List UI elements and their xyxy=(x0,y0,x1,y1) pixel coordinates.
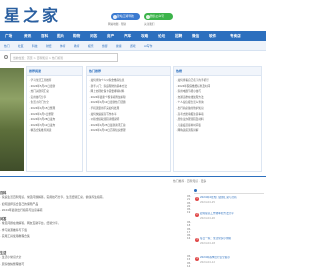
list-item[interactable]: · 实用工具使用教程合集 xyxy=(0,234,190,239)
subnav-item[interactable]: 体育 xyxy=(60,41,66,51)
nav-item[interactable]: 攻略 xyxy=(141,31,148,41)
site-logo[interactable]: 星之家 xyxy=(4,8,61,24)
more-link[interactable]: 热门推荐 · 百科知识 · 更多 xyxy=(173,177,206,186)
list-row: · 2024年最新出行指南与注意事项 05-19 xyxy=(0,208,192,214)
subnav-item[interactable]: 热门 xyxy=(4,41,10,51)
wechat-label: 微信公众号 xyxy=(150,14,164,18)
panel-recommended: 推荐阅读 · 学习生活工具推荐 · 2024年5月21日更新 · 热门关键词汇总… xyxy=(26,66,83,172)
panel-title: 热榜 xyxy=(174,67,261,76)
sidebar-header xyxy=(194,188,264,194)
list-row: · 实用工具使用教程合集 05-16 xyxy=(0,234,192,240)
bullet-icon xyxy=(194,189,197,192)
help-link[interactable]: 网站地图 · 帮助 xyxy=(108,22,126,26)
sidebar-item[interactable]: 每日一练：生活常识小测验 2024-04-18 xyxy=(200,237,264,246)
nav-item[interactable]: 图片 xyxy=(57,31,64,41)
tag-row: 热门推荐 · 百科知识 · 更多 xyxy=(0,176,266,185)
rank-badge: 3 xyxy=(195,238,199,242)
wechat-button[interactable]: 微信公众号 xyxy=(144,13,173,20)
nav-item[interactable]: 广场 xyxy=(5,31,12,41)
rank-badge: 2 xyxy=(195,213,199,217)
sidebar-item-date: 2024-04-25 xyxy=(200,200,216,204)
breadcrumb: 当前位置：首页 > 百科知识 > 热门标签 xyxy=(10,53,118,62)
subnav-item[interactable]: 旅游 xyxy=(102,41,108,51)
list-row: · 学习资源推荐与下载 05-17 xyxy=(0,228,191,234)
panel-trending: 热榜 · 如何查看自己名下的手机号 · 2024年医保缴费标准及时间 · 家用电… xyxy=(173,66,262,172)
nav-item[interactable]: 问答 xyxy=(90,31,97,41)
list-item[interactable]: · 网购退货流程详解 xyxy=(176,128,259,134)
sidebar-item-date: 2024-04-20 xyxy=(200,216,216,220)
item-date: 05-18 xyxy=(187,221,192,227)
sidebar-item[interactable]: 2024年4月热门话题汇总与分析 2024-04-25 xyxy=(200,196,264,205)
list-item[interactable]: · 家庭生活百科知识，常见问题解答，实用技巧分享，生活经验汇总，健康养生指南。 xyxy=(0,195,190,200)
nav-item[interactable]: 软件 xyxy=(209,31,216,41)
item-date: 05-21 xyxy=(187,195,192,201)
panel-hot: 热门推荐 · 如何查询个人公积金缴存信息 · 新手入门：家庭理财的基本方法 · … xyxy=(86,66,171,172)
subnav-item[interactable]: 教育 xyxy=(74,41,80,51)
subnav-item[interactable]: 游戏 xyxy=(130,41,136,51)
nav-item[interactable]: 专卖店 xyxy=(230,31,241,41)
item-date: 05-19 xyxy=(187,208,192,214)
list-item[interactable]: · 2024年4月19日百科知识整理 xyxy=(89,128,168,134)
sidebar-item-date: 2024-04-18 xyxy=(200,241,216,245)
follow-link[interactable]: 关注我们 xyxy=(144,22,154,26)
globe-icon xyxy=(112,14,117,19)
main-nav: 广场 资讯 百科 图片 购物 问答 房产 汽车 攻略 论坛 招聘 微信 软件 专… xyxy=(0,31,266,41)
list-row: · 如何选择适合自己的保险产品 05-20 xyxy=(0,202,191,208)
item-date: 05-14 xyxy=(187,262,192,268)
sidebar-item[interactable]: 如何提高工作效率的方法分享 2024-04-20 xyxy=(200,212,264,221)
nav-item[interactable]: 论坛 xyxy=(158,31,165,41)
nav-directory-label: 建站江湖导航 xyxy=(117,14,134,18)
list-item[interactable]: · 2024年最新出行指南与注意事项 xyxy=(0,208,190,213)
featured-image[interactable] xyxy=(0,68,24,171)
subnav-item[interactable]: 健康 xyxy=(116,41,122,51)
nav-item[interactable]: 购物 xyxy=(73,31,80,41)
sidebar-item-date: 2024-04-12 xyxy=(200,260,216,264)
subnav-item[interactable]: AI写作 xyxy=(144,41,152,51)
list-item[interactable]: · 居家收纳整理技巧 xyxy=(0,262,190,267)
list-row: 百科 · 家庭生活百科知识，常见问题解答，实用技巧分享，生活经验汇总，健康养生指… xyxy=(0,190,192,201)
item-date: 05-16 xyxy=(187,234,192,240)
panel-title: 推荐阅读 xyxy=(27,67,82,76)
list-item[interactable]: · 精选合集推荐阅读 xyxy=(29,128,80,134)
list-row: 生活 · 生活小常识大全 05-15 xyxy=(0,250,192,261)
subnav-item[interactable]: 社区 xyxy=(18,41,24,51)
search-icon xyxy=(4,55,8,59)
list-row: 问答 · 常见问题在线解答，网友互助平台，经验分享。 05-18 xyxy=(0,216,192,227)
sub-nav: 热门 社区 科技 财经 体育 教育 娱乐 旅游 健康 游戏 AI写作 xyxy=(0,41,266,51)
list-row: · 居家收纳整理技巧 05-14 xyxy=(0,262,192,268)
list-item[interactable]: · 学习资源推荐与下载 xyxy=(0,228,190,233)
site-header: 星之家 建站江湖导航 微信公众号 网站地图 · 帮助 关注我们 xyxy=(0,0,266,31)
list-item[interactable]: · 如何选择适合自己的保险产品 xyxy=(0,202,190,207)
nav-item[interactable]: 汽车 xyxy=(124,31,131,41)
nav-directory-button[interactable]: 建站江湖导航 xyxy=(111,13,140,20)
subnav-item[interactable]: 娱乐 xyxy=(88,41,94,51)
nav-item[interactable]: 百科 xyxy=(41,31,48,41)
sidebar-item[interactable]: 2024年春季出行安全提示 2024-04-12 xyxy=(200,256,264,265)
subnav-item[interactable]: 财经 xyxy=(46,41,52,51)
breadcrumb-bar: 当前位置：首页 > 百科知识 > 热门标签 xyxy=(4,53,262,62)
rank-badge: 4 xyxy=(195,257,199,261)
panel-title: 热门推荐 xyxy=(87,67,170,76)
wechat-icon xyxy=(145,14,150,19)
list-item[interactable]: · 生活小常识大全 xyxy=(0,255,190,260)
list-item[interactable]: · 常见问题在线解答，网友互助平台，经验分享。 xyxy=(0,221,190,226)
rank-badge: 1 xyxy=(195,197,199,201)
subnav-item[interactable]: 科技 xyxy=(32,41,38,51)
nav-item[interactable]: 微信 xyxy=(192,31,199,41)
item-date: 05-15 xyxy=(187,255,192,261)
nav-item[interactable]: 资讯 xyxy=(24,31,31,41)
nav-item[interactable]: 招聘 xyxy=(175,31,182,41)
nav-item[interactable]: 房产 xyxy=(107,31,114,41)
